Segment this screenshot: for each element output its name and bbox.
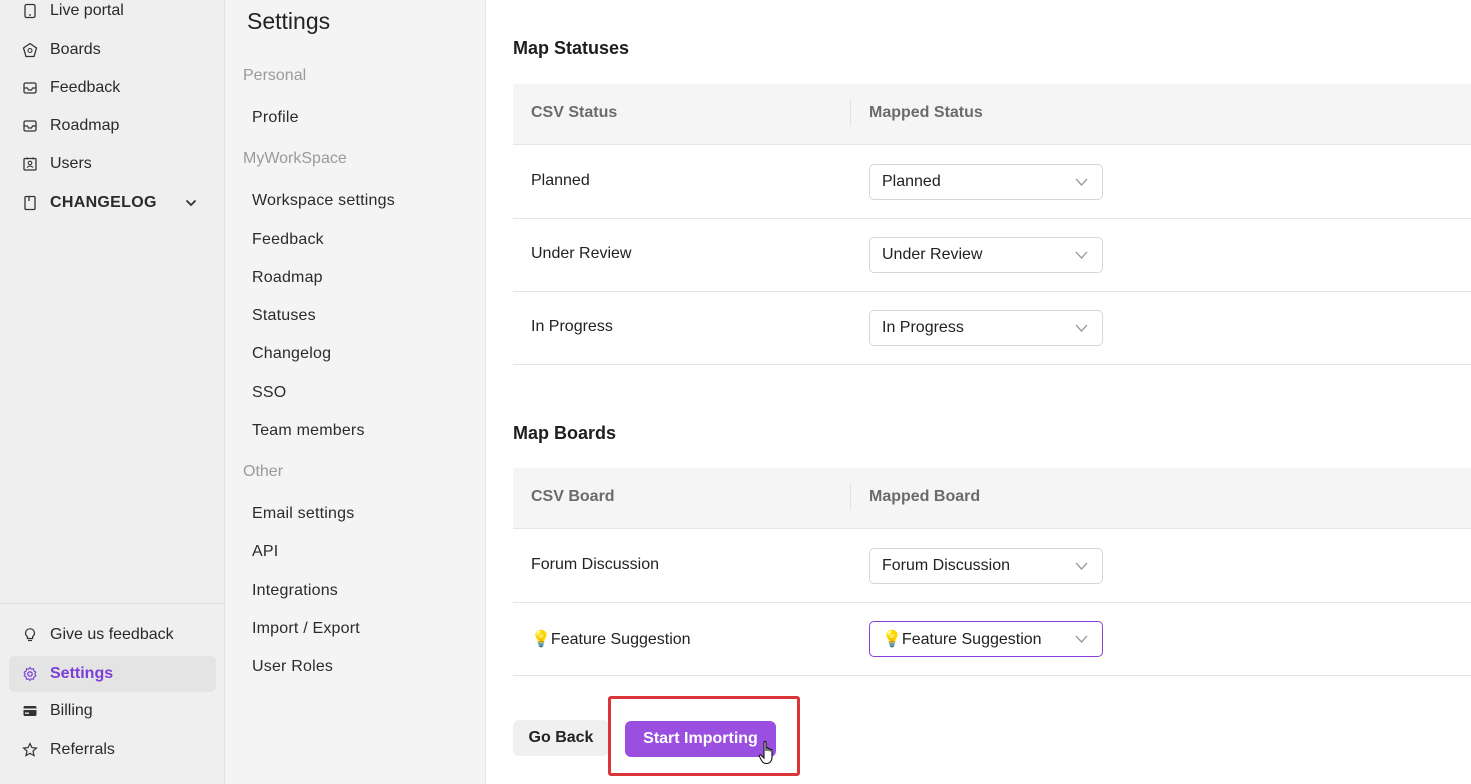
- nav-feedback[interactable]: Feedback: [9, 70, 216, 106]
- go-back-button[interactable]: Go Back: [513, 720, 609, 756]
- start-importing-button[interactable]: Start Importing: [625, 721, 776, 757]
- inbox-icon: [22, 80, 38, 96]
- select-value: Forum Discussion: [882, 557, 1011, 574]
- map-boards-title: Map Boards: [513, 423, 617, 443]
- contacts-icon: [22, 156, 38, 172]
- menu-feedback[interactable]: Feedback: [252, 231, 324, 249]
- settings-title: Settings: [247, 8, 331, 34]
- nav-label: Users: [50, 155, 92, 172]
- credit-card-icon: [22, 703, 38, 719]
- table-header: CSV Board Mapped Board: [513, 468, 1471, 529]
- chevron-down-icon[interactable]: [184, 196, 198, 210]
- section-myworkspace: MyWorkSpace: [243, 150, 347, 167]
- chevron-down-icon: [1075, 562, 1088, 570]
- table-row: Under Review Under Review: [513, 219, 1471, 292]
- status-mapping-table: CSV Status Mapped Status Planned Planned…: [513, 84, 1471, 365]
- mapped-board-select[interactable]: Forum Discussion: [869, 548, 1103, 584]
- board-mapping-table: CSV Board Mapped Board Forum Discussion …: [513, 468, 1471, 676]
- nav-label: Referrals: [50, 741, 115, 758]
- mapped-status-select[interactable]: In Progress: [869, 310, 1103, 346]
- gear-icon: [22, 666, 38, 682]
- col-csv-status: CSV Status: [531, 104, 618, 121]
- lightbulb-icon: [22, 627, 38, 643]
- menu-import-export[interactable]: Import / Export: [252, 620, 360, 638]
- map-statuses-title: Map Statuses: [513, 38, 630, 58]
- col-csv-board: CSV Board: [531, 488, 615, 505]
- csv-status-cell: Under Review: [531, 245, 632, 262]
- menu-changelog[interactable]: Changelog: [252, 345, 331, 363]
- main-content: Map Statuses CSV Status Mapped Status Pl…: [486, 0, 1471, 784]
- chevron-down-icon: [1075, 178, 1088, 186]
- book-icon: [22, 195, 38, 211]
- mapped-status-select[interactable]: Under Review: [869, 237, 1103, 273]
- csv-board-cell: Forum Discussion: [531, 556, 660, 573]
- select-value: 💡Feature Suggestion: [882, 631, 1042, 648]
- menu-email-settings[interactable]: Email settings: [252, 505, 354, 523]
- menu-integrations[interactable]: Integrations: [252, 582, 338, 600]
- nav-label: Give us feedback: [50, 626, 174, 643]
- chevron-down-icon: [1075, 251, 1088, 259]
- hand-cursor-icon: [758, 741, 773, 765]
- menu-roadmap[interactable]: Roadmap: [252, 269, 323, 287]
- csv-status-cell: Planned: [531, 172, 590, 189]
- settings-menu: Settings Personal Profile MyWorkSpace Wo…: [225, 0, 486, 784]
- mapped-board-select[interactable]: 💡Feature Suggestion: [869, 621, 1103, 657]
- csv-board-cell: 💡Feature Suggestion: [531, 631, 691, 648]
- menu-team-members[interactable]: Team members: [252, 422, 365, 440]
- table-row: Planned Planned: [513, 146, 1471, 219]
- select-value: Under Review: [882, 246, 983, 263]
- nav-label: Billing: [50, 702, 93, 719]
- col-mapped-status: Mapped Status: [869, 104, 983, 121]
- column-divider: [850, 484, 851, 510]
- boards-icon: [22, 42, 38, 58]
- table-header: CSV Status Mapped Status: [513, 84, 1471, 145]
- menu-workspace-settings[interactable]: Workspace settings: [252, 192, 395, 210]
- section-other: Other: [243, 463, 284, 480]
- col-mapped-board: Mapped Board: [869, 488, 981, 505]
- nav-billing[interactable]: Billing: [9, 693, 216, 729]
- left-sidebar: Live portal Boards Feedback Roadmap User…: [0, 0, 225, 784]
- section-personal: Personal: [243, 67, 307, 84]
- column-divider: [850, 100, 851, 126]
- select-value: Planned: [882, 173, 941, 190]
- table-row: In Progress In Progress: [513, 292, 1471, 365]
- nav-settings[interactable]: Settings: [9, 656, 216, 692]
- nav-referrals[interactable]: Referrals: [9, 732, 216, 768]
- inbox-icon: [22, 118, 38, 134]
- table-row: 💡Feature Suggestion 💡Feature Suggestion: [513, 603, 1471, 676]
- nav-label: Boards: [50, 41, 101, 58]
- select-value: In Progress: [882, 319, 964, 336]
- chevron-down-icon: [1075, 324, 1088, 332]
- chevron-down-icon: [1075, 635, 1088, 643]
- sidebar-divider: [0, 603, 225, 604]
- nav-label: Feedback: [50, 79, 121, 96]
- table-row: Forum Discussion Forum Discussion: [513, 530, 1471, 603]
- nav-roadmap[interactable]: Roadmap: [9, 108, 216, 144]
- nav-label: Live portal: [50, 2, 124, 19]
- menu-sso[interactable]: SSO: [252, 384, 286, 402]
- menu-profile[interactable]: Profile: [252, 109, 299, 127]
- nav-live-portal[interactable]: Live portal: [9, 0, 216, 29]
- menu-statuses[interactable]: Statuses: [252, 307, 316, 325]
- nav-label: Roadmap: [50, 117, 120, 134]
- nav-changelog[interactable]: CHANGELOG: [9, 185, 216, 221]
- nav-label: Settings: [50, 665, 114, 682]
- star-icon: [22, 742, 38, 758]
- menu-user-roles[interactable]: User Roles: [252, 658, 333, 676]
- menu-api[interactable]: API: [252, 543, 278, 561]
- csv-status-cell: In Progress: [531, 318, 613, 335]
- nav-boards[interactable]: Boards: [9, 32, 216, 68]
- nav-give-feedback[interactable]: Give us feedback: [9, 617, 216, 653]
- nav-users[interactable]: Users: [9, 146, 216, 182]
- mapped-status-select[interactable]: Planned: [869, 164, 1103, 200]
- nav-label: CHANGELOG: [50, 194, 157, 211]
- tablet-icon: [22, 3, 38, 19]
